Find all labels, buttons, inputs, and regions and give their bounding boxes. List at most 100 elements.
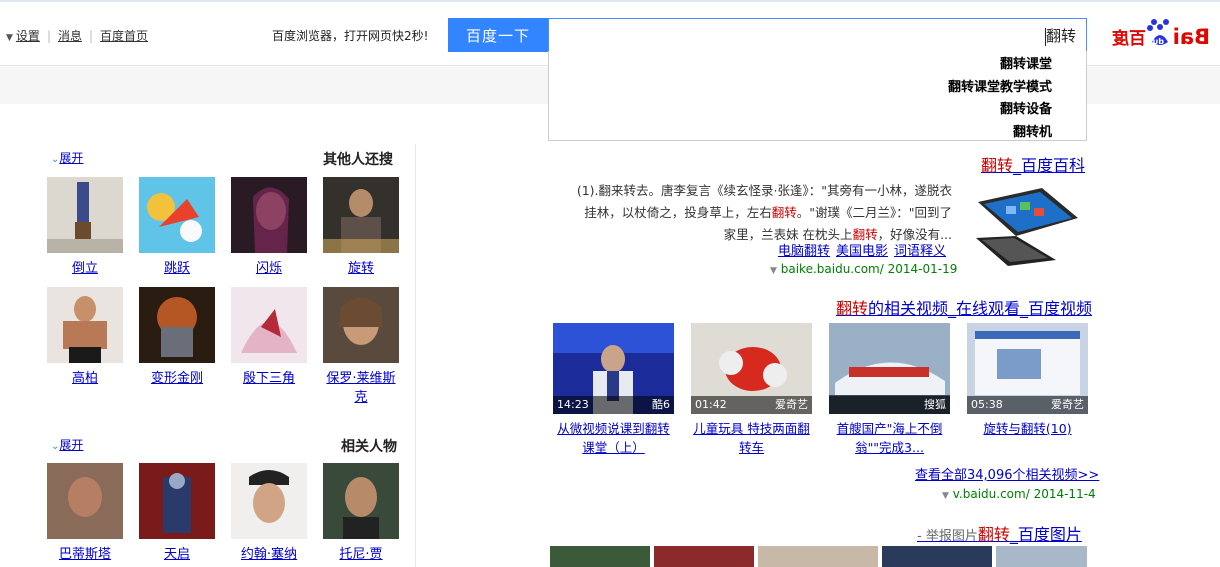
suggestion-item[interactable]: 翻转机 — [549, 122, 1086, 145]
title-rest: _百度图片 — [1009, 525, 1082, 544]
title-keyword: 翻转 — [836, 299, 869, 318]
baike-sublink[interactable]: 电脑翻转 — [778, 244, 830, 259]
suggestion-item[interactable]: 翻转课堂 — [549, 54, 1086, 77]
search-query-text: 翻转 — [1045, 27, 1076, 45]
video-thumbnail[interactable]: 05:38 爱奇艺 — [967, 323, 1088, 414]
baike-sublinks: 电脑翻转 美国电影 词语释义 — [772, 240, 946, 259]
person-photo — [231, 463, 307, 539]
video-card[interactable]: 搜狐 首艘国产"海上不倒翁""完成3... — [829, 323, 950, 457]
dropdown-arrow-icon[interactable]: ▼ — [942, 491, 949, 501]
person-card[interactable]: 约翰·塞纳 — [231, 463, 307, 564]
suggestion-item[interactable]: 翻转课堂教学模式 — [549, 77, 1086, 100]
video-caption[interactable]: 旋转与翻转(10) — [967, 419, 1088, 438]
person-card[interactable]: 殷下三角 — [231, 287, 307, 388]
browser-promo-link[interactable]: 百度浏览器，打开网页快2秒! — [272, 27, 428, 44]
video-caption[interactable]: 儿童玩具 特技两面翻转车 — [691, 419, 812, 457]
image-result-title[interactable]: - 举报图片翻转_百度图片 — [917, 521, 1082, 545]
image-report-text[interactable]: - 举报图片 — [917, 529, 978, 544]
suggestion-dropdown: 翻转课堂 翻转课堂教学模式 翻转设备 翻转机 — [548, 51, 1087, 141]
baike-result-title[interactable]: 翻转_百度百科 — [981, 152, 1085, 176]
video-thumbnail[interactable]: 搜狐 — [829, 323, 950, 414]
person-card[interactable]: 旋转 — [323, 177, 399, 278]
person-photo — [47, 287, 123, 363]
messages-link[interactable]: 消息 — [58, 27, 82, 44]
person-name: 约翰·塞纳 — [240, 547, 298, 562]
person-card[interactable]: 保罗·莱维斯克 — [323, 287, 399, 407]
title-rest: 的相关视频_在线观看_百度视频 — [868, 299, 1093, 318]
video-thumbnail[interactable]: 01:42 爱奇艺 — [691, 323, 812, 414]
person-name: 托尼·贾 — [339, 547, 383, 562]
related-people-title: 相关人物 — [341, 439, 397, 455]
url-text: v.baidu.com/ 2014-11-4 — [952, 487, 1096, 501]
video-meta-bar: 搜狐 — [829, 396, 950, 414]
video-source: 酷6 — [652, 398, 670, 411]
others-search-title: 其他人还搜 — [323, 152, 393, 168]
person-photo — [139, 287, 215, 363]
person-name: 倒立 — [71, 261, 98, 276]
video-source: 搜狐 — [924, 398, 946, 411]
baike-sublink[interactable]: 词语释义 — [894, 244, 946, 259]
video-duration: 01:42 — [695, 398, 727, 411]
person-card[interactable]: 巴蒂斯塔 — [47, 463, 123, 564]
image-results-strip[interactable] — [550, 546, 1087, 567]
video-url: ▼ v.baidu.com/ 2014-11-4 — [938, 487, 1096, 501]
video-caption[interactable]: 从微视频说课到翻转课堂（上） — [553, 419, 674, 457]
top-accent-line — [0, 0, 1220, 2]
suggestion-item[interactable]: 翻转设备 — [549, 99, 1086, 122]
video-caption[interactable]: 首艘国产"海上不倒翁""完成3... — [829, 419, 950, 457]
person-name: 高柏 — [71, 371, 98, 386]
person-photo — [231, 177, 307, 253]
title-keyword: 翻转 — [981, 156, 1014, 175]
svg-text:百度: 百度 — [1111, 28, 1146, 49]
baike-abstract: (1).翻来转去。唐李复言《续玄怪录·张逢》："其旁有一小林，遂脱衣 挂林，以杖… — [552, 180, 952, 246]
abstract-line: (1).翻来转去。唐李复言《续玄怪录·张逢》："其旁有一小林，遂脱衣 — [576, 183, 952, 198]
search-input[interactable]: 翻转 — [548, 18, 1087, 52]
person-photo — [139, 177, 215, 253]
video-thumbnail[interactable]: 14:23 酷6 — [553, 323, 674, 414]
video-meta-bar: 14:23 酷6 — [553, 396, 674, 414]
person-name: 变形金刚 — [150, 371, 203, 386]
person-photo — [323, 287, 399, 363]
dropdown-triangle-icon[interactable]: ▼ — [6, 33, 13, 43]
baike-sublink[interactable]: 美国电影 — [836, 244, 888, 259]
video-card[interactable]: 01:42 爱奇艺 儿童玩具 特技两面翻转车 — [691, 323, 812, 457]
person-name: 闪烁 — [255, 261, 282, 276]
video-source: 爱奇艺 — [1051, 398, 1084, 411]
expand-others-button[interactable]: ⌄展开 — [48, 149, 83, 166]
divider: | — [89, 29, 94, 43]
person-photo — [47, 463, 123, 539]
more-videos-link[interactable]: 查看全部34,096个相关视频>> — [915, 464, 1099, 483]
expand-label: 展开 — [59, 151, 84, 165]
video-result-title[interactable]: 翻转的相关视频_在线观看_百度视频 — [836, 295, 1092, 319]
settings-link[interactable]: 设置 — [16, 27, 40, 44]
person-name: 天启 — [163, 547, 190, 562]
person-photo — [231, 287, 307, 363]
expand-related-button[interactable]: ⌄展开 — [48, 436, 83, 453]
home-link[interactable]: 百度首页 — [100, 27, 148, 44]
person-name: 旋转 — [347, 261, 374, 276]
laptop-thumbnail[interactable] — [968, 180, 1086, 272]
video-duration: 14:23 — [557, 398, 589, 411]
search-button[interactable]: 百度一下 — [448, 18, 548, 52]
top-links: ▼ 设置 | 消息 | 百度首页 — [6, 27, 148, 44]
video-meta-bar: 01:42 爱奇艺 — [691, 396, 812, 414]
baidu-logo[interactable]: Bai du 百度 — [1104, 14, 1212, 54]
person-card[interactable]: 跳跃 — [139, 177, 215, 278]
person-card[interactable]: 高柏 — [47, 287, 123, 388]
divider: | — [46, 29, 51, 43]
video-card[interactable]: 05:38 爱奇艺 旋转与翻转(10) — [967, 323, 1088, 438]
url-text: baike.baidu.com/ 2014-01-19 — [780, 262, 958, 276]
person-card[interactable]: 托尼·贾 — [323, 463, 399, 564]
person-card[interactable]: 变形金刚 — [139, 287, 215, 388]
person-photo — [47, 177, 123, 253]
title-keyword: 翻转 — [977, 525, 1010, 544]
dropdown-arrow-icon[interactable]: ▼ — [770, 266, 777, 276]
person-photo — [139, 463, 215, 539]
video-duration: 05:38 — [971, 398, 1003, 411]
person-card[interactable]: 天启 — [139, 463, 215, 564]
baike-url: ▼ baike.baidu.com/ 2014-01-19 — [766, 262, 957, 276]
person-card[interactable]: 闪烁 — [231, 177, 307, 278]
video-card[interactable]: 14:23 酷6 从微视频说课到翻转课堂（上） — [553, 323, 674, 457]
person-card[interactable]: 倒立 — [47, 177, 123, 278]
abstract-line: 挂林，以杖倚之，投身草上，左右翻转。"谢璞《二月兰》："回到了 — [584, 205, 952, 220]
